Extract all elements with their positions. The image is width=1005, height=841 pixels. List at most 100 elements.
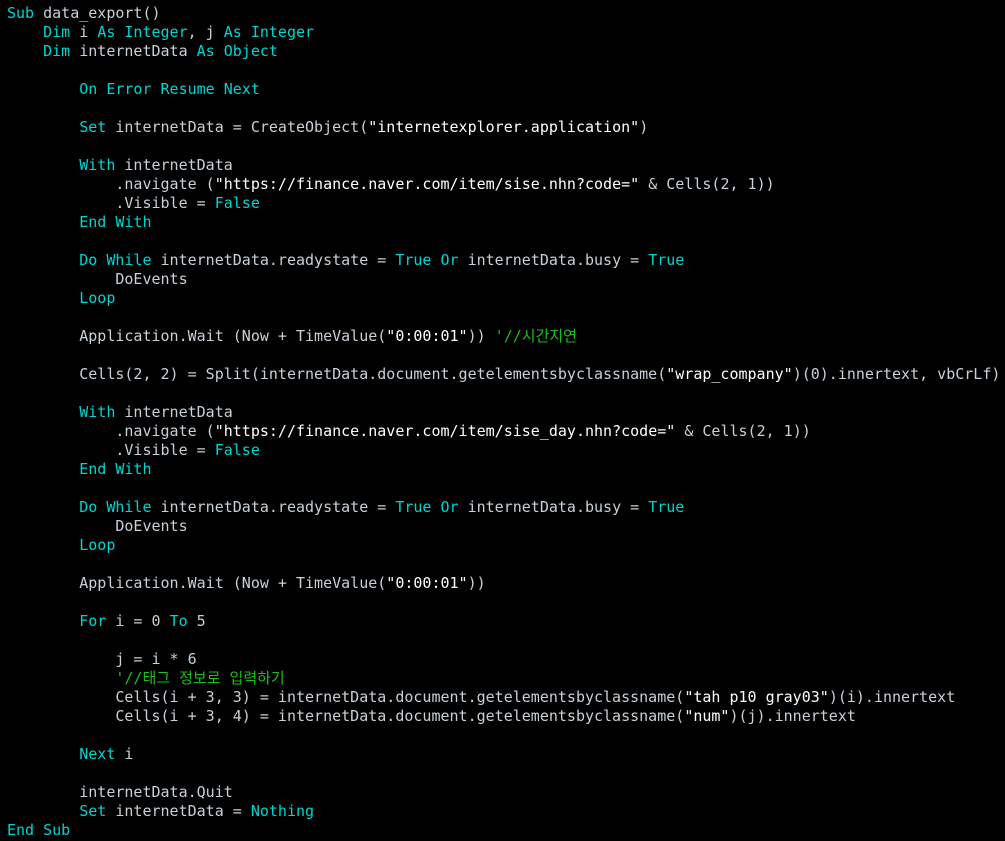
code-line[interactable]: Set internetData = CreateObject("interne… (7, 118, 1005, 137)
identifier-token: )(j).innertext (729, 707, 856, 725)
identifier-token: internetData.Quit (7, 783, 233, 801)
string-literal: "https://finance.naver.com/item/sise.nhn… (214, 175, 640, 193)
string-literal: "0:00:01" (386, 327, 468, 345)
code-line[interactable]: Do While internetData.readystate = True … (7, 251, 1005, 270)
identifier-token: 5 (196, 612, 206, 630)
string-literal: "https://finance.naver.com/item/sise_day… (214, 422, 676, 440)
code-line[interactable] (7, 346, 1005, 365)
identifier-token: internetData (79, 42, 197, 60)
code-line[interactable]: Sub data_export() (7, 4, 1005, 23)
code-line[interactable]: Cells(2, 2) = Split(internetData.documen… (7, 365, 1005, 384)
keyword-token: Dim (7, 42, 80, 60)
identifier-token: j = i * 6 (7, 650, 197, 668)
keyword-token: End With (7, 460, 152, 478)
identifier-token: )) (467, 327, 495, 345)
keyword-token: As Object (196, 42, 278, 60)
code-line[interactable] (7, 764, 1005, 783)
keyword-token: True Or (395, 251, 468, 269)
keyword-token: False (214, 194, 260, 212)
code-line[interactable]: internetData.Quit (7, 783, 1005, 802)
identifier-token: internetData = (115, 802, 251, 820)
identifier-token: i (124, 745, 134, 763)
code-line[interactable]: End With (7, 213, 1005, 232)
identifier-token: .navigate ( (7, 175, 215, 193)
identifier-token: DoEvents (7, 517, 188, 535)
identifier-token: Cells(i + 3, 3) = internetData.document.… (7, 688, 685, 706)
code-editor[interactable]: Sub data_export() Dim i As Integer, j As… (0, 0, 1005, 841)
code-line[interactable]: .navigate ("https://finance.naver.com/it… (7, 422, 1005, 441)
code-line[interactable]: Set internetData = Nothing (7, 802, 1005, 821)
keyword-token: Loop (7, 289, 116, 307)
identifier-token: Application.Wait (Now + TimeValue( (7, 574, 387, 592)
code-line[interactable] (7, 384, 1005, 403)
keyword-token: False (214, 441, 260, 459)
code-line[interactable] (7, 99, 1005, 118)
code-line[interactable] (7, 308, 1005, 327)
code-line[interactable]: Do While internetData.readystate = True … (7, 498, 1005, 517)
code-line[interactable]: .Visible = False (7, 441, 1005, 460)
code-line[interactable]: With internetData (7, 403, 1005, 422)
identifier-token: Cells(i + 3, 4) = internetData.document.… (7, 707, 685, 725)
code-line[interactable]: j = i * 6 (7, 650, 1005, 669)
code-line[interactable]: DoEvents (7, 270, 1005, 289)
identifier-token: internetData = CreateObject( (115, 118, 369, 136)
code-line[interactable]: Cells(i + 3, 4) = internetData.document.… (7, 707, 1005, 726)
code-line[interactable]: Application.Wait (Now + TimeValue("0:00:… (7, 327, 1005, 346)
identifier-token: )(0).innertext, vbCrLf) (792, 365, 1001, 383)
identifier-token: internetData (124, 156, 233, 174)
identifier-token: , j (187, 23, 224, 41)
keyword-token: As Integer (223, 23, 315, 41)
code-line[interactable] (7, 593, 1005, 612)
code-line[interactable] (7, 555, 1005, 574)
keyword-token: With (7, 156, 125, 174)
code-line[interactable]: With internetData (7, 156, 1005, 175)
code-line[interactable] (7, 137, 1005, 156)
keyword-token: Loop (7, 536, 116, 554)
keyword-token: With (7, 403, 125, 421)
string-literal: "tah p10 gray03" (684, 688, 829, 706)
keyword-token: True Or (395, 498, 468, 516)
code-line[interactable] (7, 631, 1005, 650)
code-line[interactable]: Dim internetData As Object (7, 42, 1005, 61)
keyword-token: For (7, 612, 116, 630)
code-line[interactable]: End Sub (7, 821, 1005, 840)
code-line[interactable]: .Visible = False (7, 194, 1005, 213)
keyword-token: End With (7, 213, 152, 231)
keyword-token: Nothing (250, 802, 315, 820)
identifier-token: Application.Wait (Now + TimeValue( (7, 327, 387, 345)
code-line[interactable]: Loop (7, 536, 1005, 555)
code-line[interactable] (7, 479, 1005, 498)
code-line[interactable]: '//태그 정보로 입력하기 (7, 669, 1005, 688)
code-line[interactable]: DoEvents (7, 517, 1005, 536)
identifier-token: .navigate ( (7, 422, 215, 440)
keyword-token: Do While (7, 251, 161, 269)
code-line[interactable]: Cells(i + 3, 3) = internetData.document.… (7, 688, 1005, 707)
code-line[interactable]: Loop (7, 289, 1005, 308)
identifier-token: data_export() (43, 4, 161, 22)
code-line[interactable]: End With (7, 460, 1005, 479)
code-line[interactable]: Dim i As Integer, j As Integer (7, 23, 1005, 42)
identifier-token: DoEvents (7, 270, 188, 288)
keyword-token: On Error Resume Next (7, 80, 260, 98)
keyword-token: To (169, 612, 197, 630)
string-literal: "wrap_company" (666, 365, 793, 383)
code-line[interactable]: For i = 0 To 5 (7, 612, 1005, 631)
code-line[interactable]: .navigate ("https://finance.naver.com/it… (7, 175, 1005, 194)
string-literal: "0:00:01" (386, 574, 468, 592)
keyword-token: Set (7, 802, 116, 820)
code-line[interactable]: Application.Wait (Now + TimeValue("0:00:… (7, 574, 1005, 593)
keyword-token: Do While (7, 498, 161, 516)
code-line[interactable]: On Error Resume Next (7, 80, 1005, 99)
keyword-token: End Sub (7, 821, 71, 839)
code-line[interactable] (7, 232, 1005, 251)
code-line[interactable] (7, 726, 1005, 745)
code-line[interactable]: Next i (7, 745, 1005, 764)
identifier-token: i = 0 (115, 612, 170, 630)
comment-token: '//시간지연 (494, 327, 577, 345)
identifier-token: internetData.busy = (467, 251, 649, 269)
keyword-token: Dim (7, 23, 80, 41)
identifier-token: .Visible = (7, 194, 215, 212)
identifier-token: internetData (124, 403, 233, 421)
code-line[interactable] (7, 61, 1005, 80)
identifier-token: Cells(2, 2) = Split(internetData.documen… (7, 365, 667, 383)
